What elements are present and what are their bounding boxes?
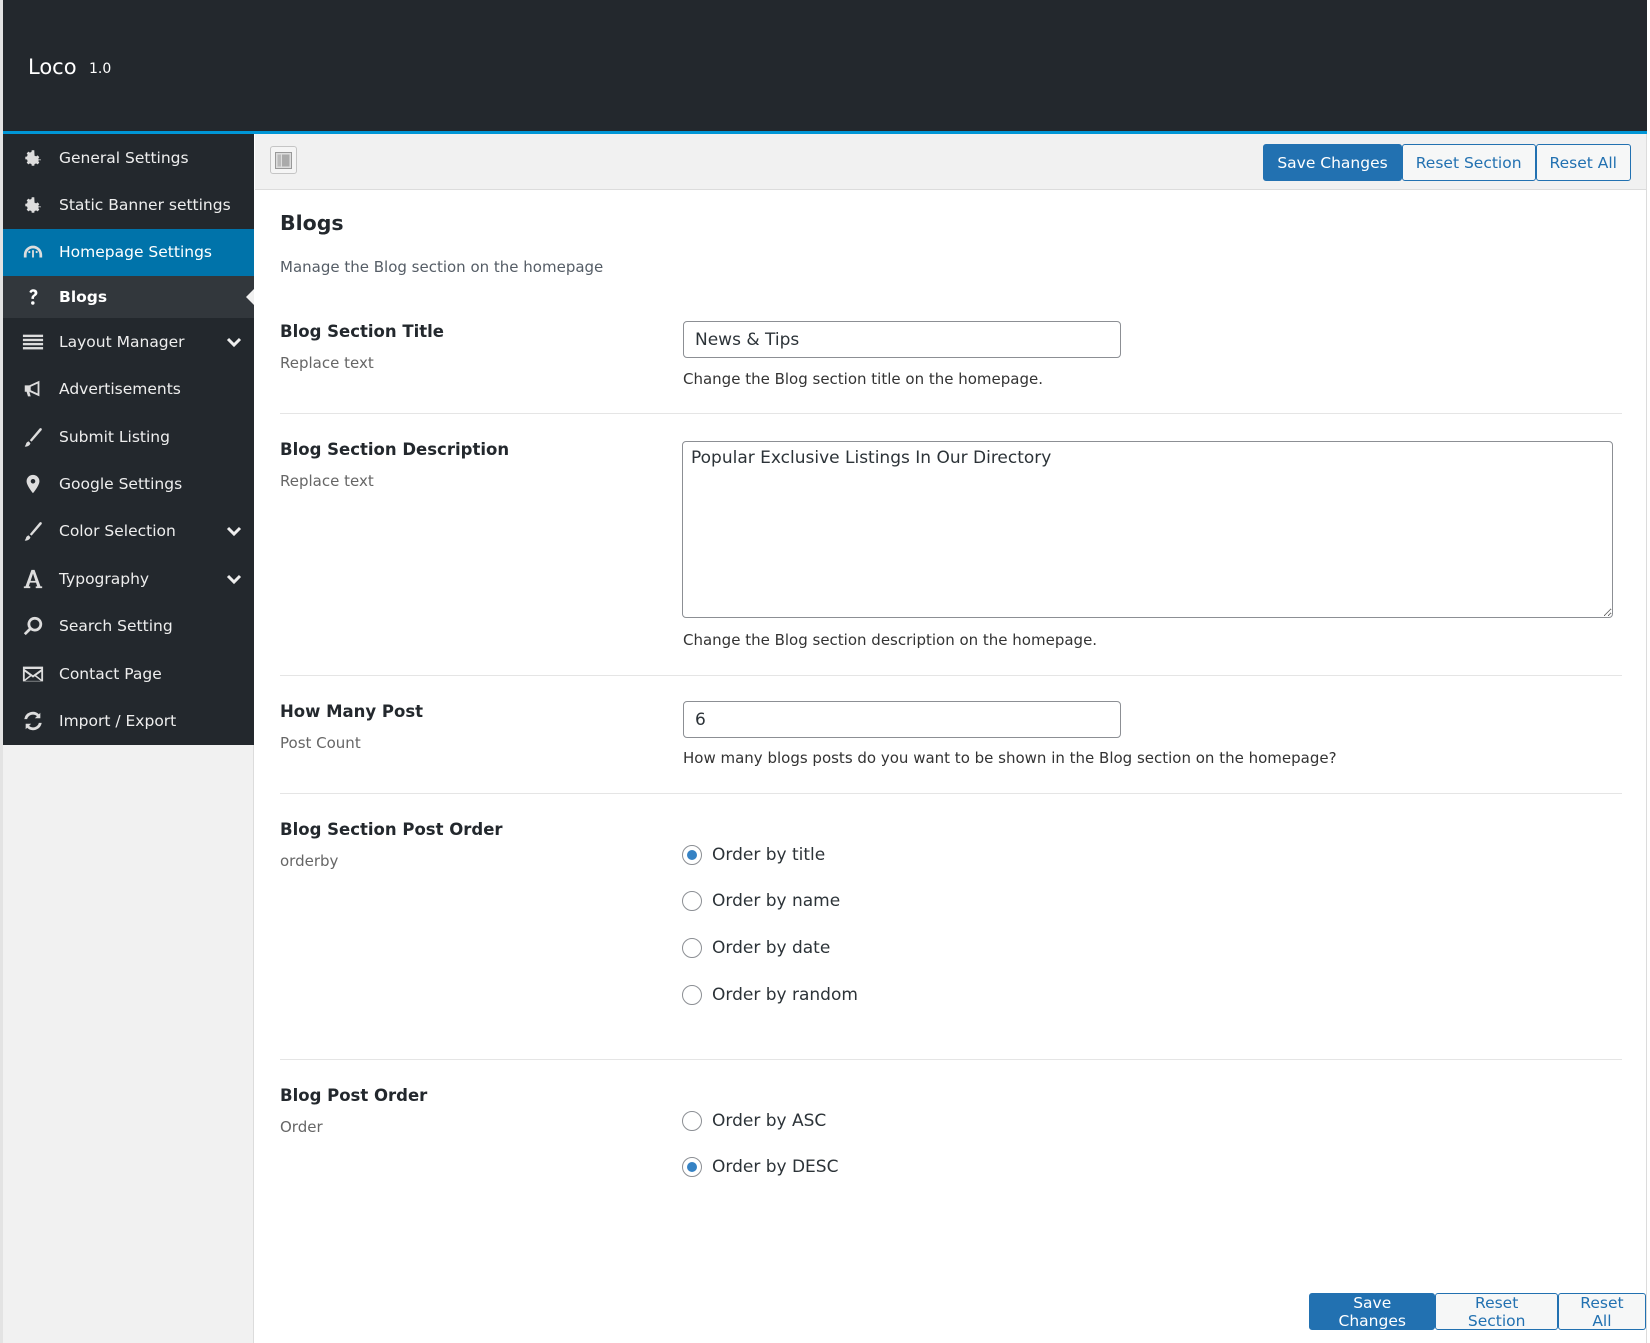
- sidebar-item-homepage-settings[interactable]: Homepage Settings: [3, 228, 254, 277]
- sidebar-item-search-setting[interactable]: Search Setting: [3, 603, 254, 650]
- radio-label: Order by title: [712, 845, 826, 865]
- radio-label: Order by DESC: [712, 1157, 839, 1177]
- settings-panel: Save Changes Reset Section Reset All Blo…: [255, 134, 1647, 1343]
- sidebar-item-import-export[interactable]: Import / Export: [3, 697, 254, 744]
- post-count-sublabel: Post Count: [280, 734, 361, 752]
- sidebar-item-label: Blogs: [59, 288, 108, 307]
- sidebar-item-static-banner-settings[interactable]: Static Banner settings: [3, 181, 254, 228]
- radio-order-asc[interactable]: Order by ASC: [682, 1111, 826, 1131]
- radio-button[interactable]: [682, 985, 702, 1005]
- expand-layout-button[interactable]: [270, 146, 297, 174]
- post-count-help: How many blogs posts do you want to be s…: [683, 749, 1337, 767]
- blog-title-label: Blog Section Title: [280, 322, 444, 341]
- radio-label: Order by date: [712, 938, 831, 958]
- sidebar-item-submit-listing[interactable]: Submit Listing: [3, 413, 254, 460]
- dashboard-gauge-icon: [19, 240, 47, 264]
- blog-description-sublabel: Replace text: [280, 472, 374, 490]
- post-order-sublabel: Order: [280, 1118, 323, 1136]
- sidebar-item-typography[interactable]: Typography: [3, 555, 254, 602]
- app-name: Loco: [28, 55, 77, 79]
- radio-order-desc[interactable]: Order by DESC: [682, 1157, 838, 1177]
- chevron-down-icon[interactable]: [226, 571, 242, 587]
- radio-label: Order by random: [712, 985, 858, 1005]
- layout-icon: [275, 151, 292, 169]
- brush-icon: [19, 425, 47, 449]
- sidebar-item-label: Static Banner settings: [59, 196, 231, 215]
- sidebar-item-label: Layout Manager: [59, 332, 185, 351]
- blog-description-label: Blog Section Description: [280, 440, 510, 459]
- list-lines-icon: [19, 330, 47, 354]
- post-order-label: Blog Post Order: [280, 1086, 428, 1105]
- save-changes-button[interactable]: Save Changes: [1263, 144, 1402, 181]
- location-pin-icon: [19, 472, 47, 496]
- sidebar-item-color-selection[interactable]: Color Selection: [3, 508, 254, 555]
- app-header: Loco 1.0: [3, 0, 1647, 131]
- sidebar-item-label: Homepage Settings: [59, 243, 212, 262]
- sidebar-item-label: Import / Export: [59, 711, 177, 730]
- post-orderby-sublabel: orderby: [280, 852, 339, 870]
- radio-button[interactable]: [682, 938, 702, 958]
- blog-description-help: Change the Blog section description on t…: [683, 631, 1098, 649]
- blog-description-textarea[interactable]: Popular Exclusive Listings In Our Direct…: [682, 441, 1613, 618]
- post-count-label: How Many Post: [280, 702, 424, 721]
- radio-order-by-date[interactable]: Order by date: [682, 938, 830, 958]
- row-divider: [280, 1059, 1622, 1060]
- search-icon: [19, 614, 47, 638]
- radio-button[interactable]: [682, 891, 702, 911]
- current-item-pointer: [246, 289, 254, 306]
- radio-order-by-name[interactable]: Order by name: [682, 891, 840, 911]
- brush-icon: [19, 519, 47, 543]
- sidebar-item-contact-page[interactable]: Contact Page: [3, 650, 254, 697]
- reset-all-button[interactable]: Reset All: [1557, 1293, 1646, 1330]
- question-icon: [19, 285, 47, 309]
- post-count-input[interactable]: [683, 701, 1121, 738]
- row-divider: [280, 793, 1622, 794]
- radio-order-by-random[interactable]: Order by random: [682, 985, 858, 1005]
- radio-label: Order by ASC: [712, 1111, 827, 1131]
- options-toolbar: Save Changes Reset Section Reset All: [255, 134, 1646, 190]
- sidebar-subitem-blogs[interactable]: Blogs: [3, 276, 254, 319]
- chevron-down-icon[interactable]: [226, 334, 242, 350]
- letter-a-icon: [19, 567, 47, 591]
- megaphone-icon: [19, 377, 47, 401]
- sidebar-item-layout-manager[interactable]: Layout Manager: [3, 318, 254, 365]
- sidebar-nav: General Settings Static Banner settings …: [3, 134, 254, 745]
- sidebar-item-label: Submit Listing: [59, 427, 170, 446]
- save-changes-button[interactable]: Save Changes: [1309, 1293, 1436, 1330]
- reset-section-button[interactable]: Reset Section: [1435, 1293, 1558, 1330]
- reset-all-button[interactable]: Reset All: [1535, 144, 1631, 181]
- sidebar-item-advertisements[interactable]: Advertisements: [3, 366, 254, 413]
- gear-icon: [19, 193, 47, 217]
- radio-button[interactable]: [682, 1111, 702, 1131]
- radio-label: Order by name: [712, 891, 841, 911]
- blog-title-help: Change the Blog section title on the hom…: [683, 370, 1043, 388]
- sidebar-item-google-settings[interactable]: Google Settings: [3, 460, 254, 507]
- section-description: Manage the Blog section on the homepage: [280, 258, 604, 276]
- blog-title-sublabel: Replace text: [280, 354, 374, 372]
- sidebar-item-general-settings[interactable]: General Settings: [3, 134, 254, 181]
- top-action-buttons: Save Changes Reset Section Reset All: [1263, 144, 1631, 181]
- sidebar-item-label: Contact Page: [59, 664, 162, 683]
- sidebar-item-label: General Settings: [59, 148, 189, 167]
- sidebar-item-label: Advertisements: [59, 380, 181, 399]
- sidebar-item-label: Typography: [59, 569, 150, 588]
- sidebar-item-label: Google Settings: [59, 475, 183, 494]
- gear-icon: [19, 146, 47, 170]
- radio-order-by-title[interactable]: Order by title: [682, 845, 825, 865]
- chevron-down-icon[interactable]: [226, 523, 242, 539]
- sidebar-item-label: Color Selection: [59, 522, 176, 541]
- envelope-icon: [19, 662, 47, 686]
- radio-button-checked[interactable]: [682, 845, 702, 865]
- reset-section-button[interactable]: Reset Section: [1401, 144, 1536, 181]
- row-divider: [280, 675, 1622, 676]
- bottom-action-buttons: Save Changes Reset Section Reset All: [1309, 1293, 1646, 1330]
- refresh-icon: [19, 709, 47, 733]
- app-version: 1.0: [89, 61, 112, 77]
- post-orderby-label: Blog Section Post Order: [280, 820, 503, 839]
- radio-button-checked[interactable]: [682, 1157, 702, 1177]
- row-divider: [280, 413, 1622, 414]
- section-title: Blogs: [280, 211, 344, 235]
- sidebar-item-label: Search Setting: [59, 617, 173, 636]
- blog-title-input[interactable]: [683, 321, 1121, 358]
